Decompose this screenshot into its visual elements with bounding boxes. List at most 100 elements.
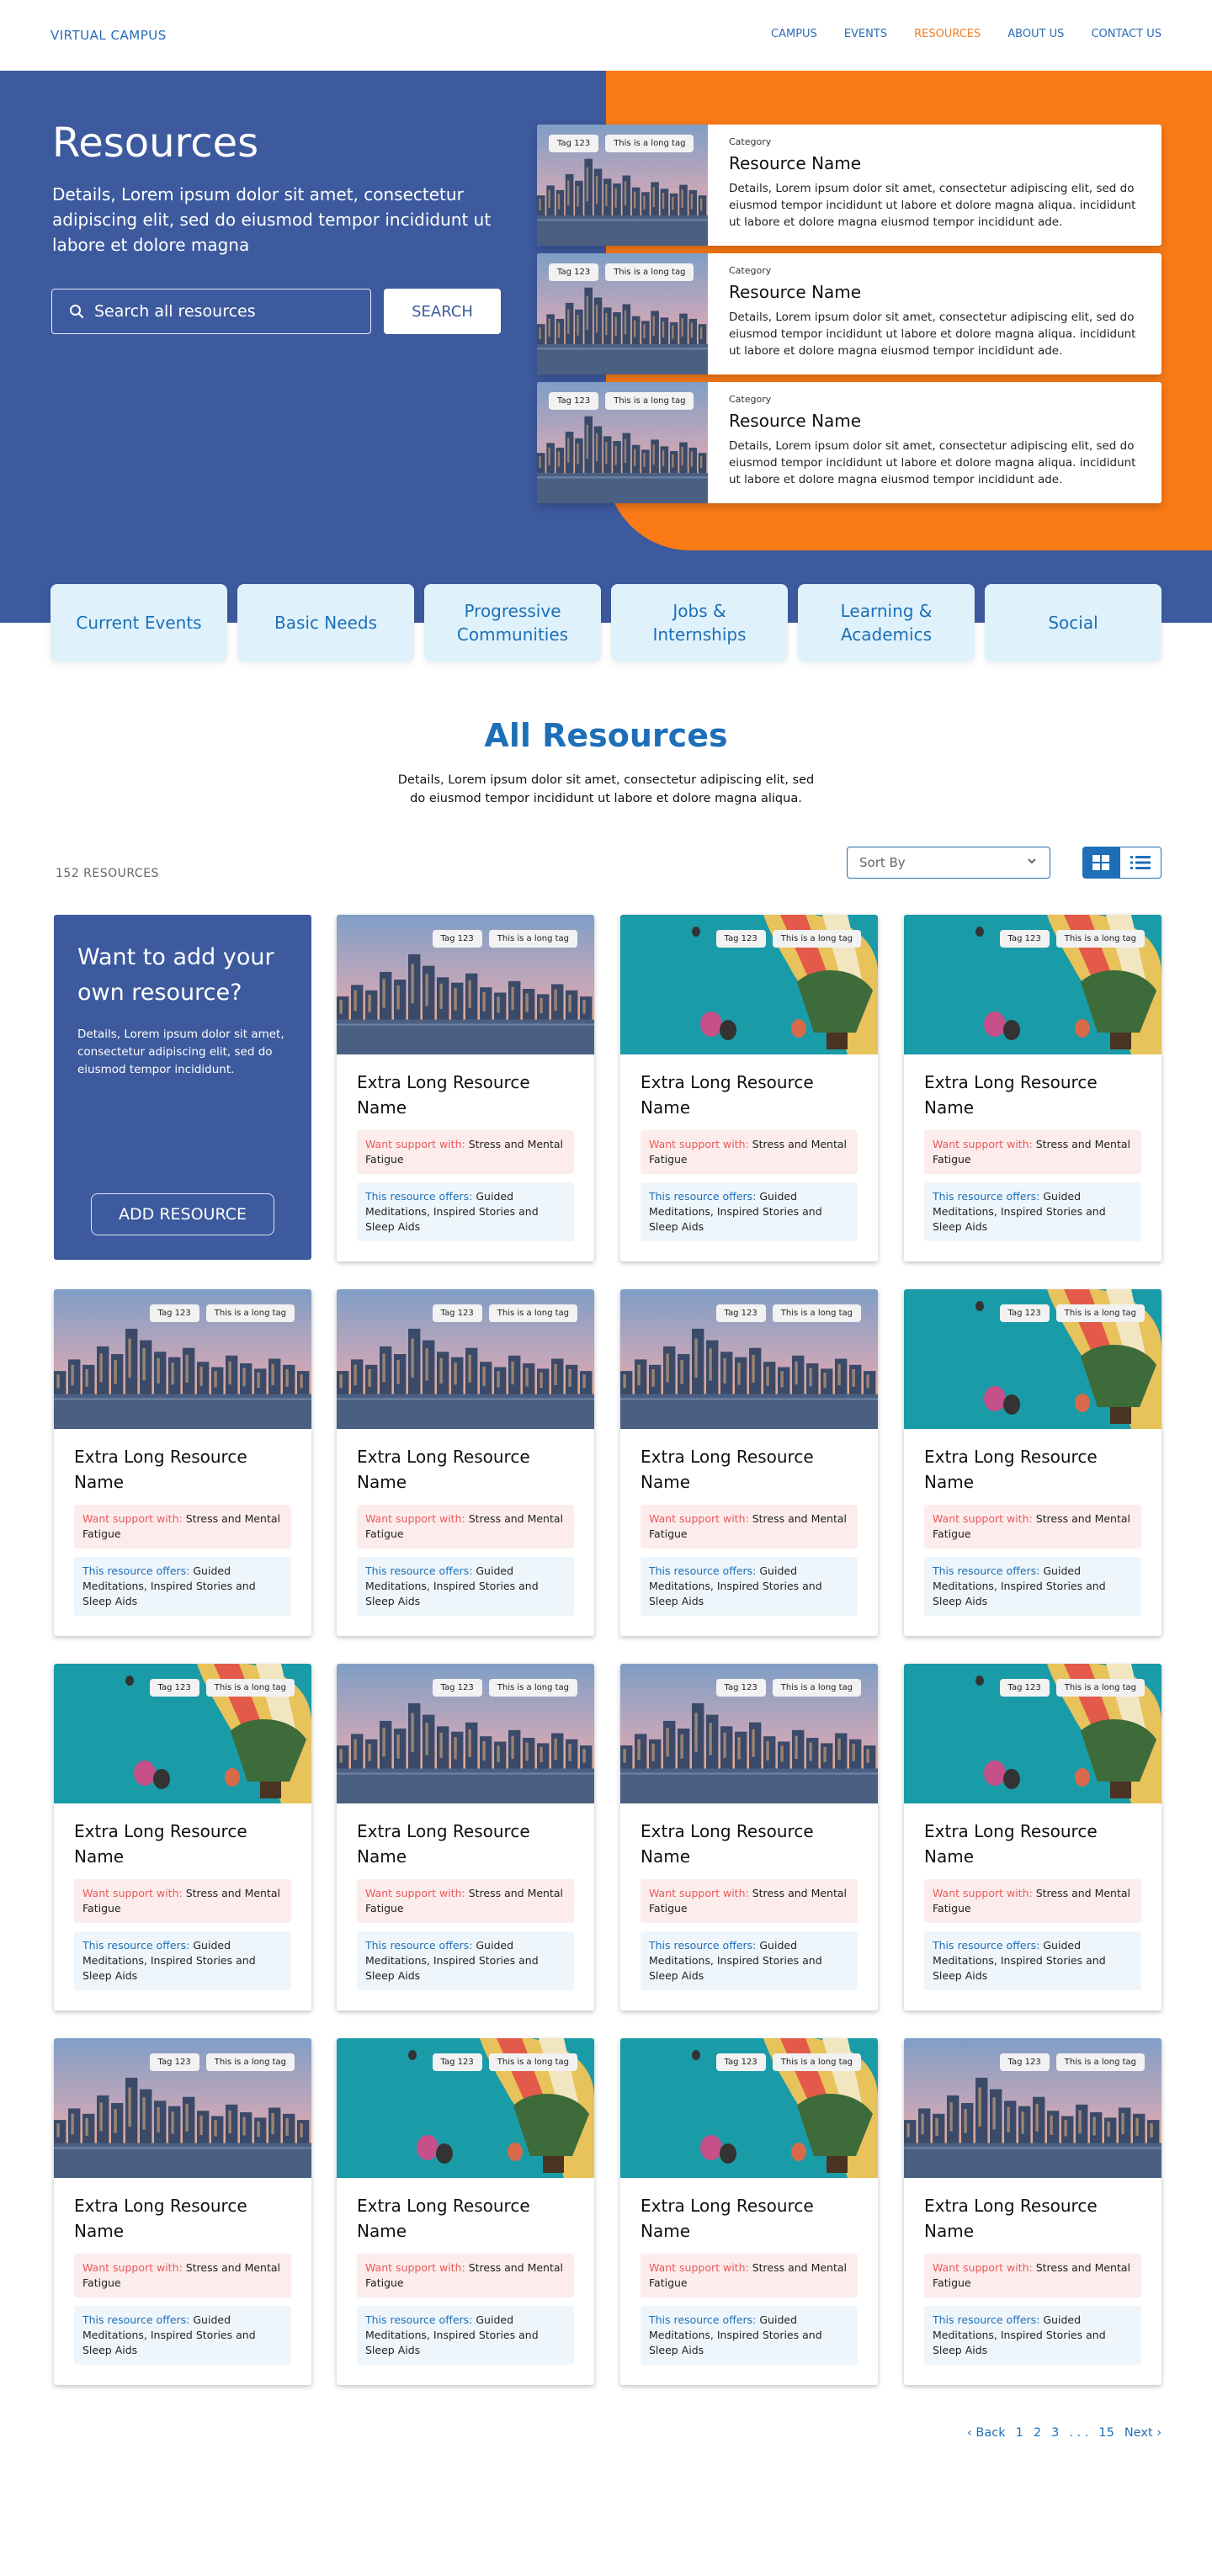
want-support-box: Want support with: Stress and Mental Fat… <box>74 1505 291 1548</box>
featured-resource-category: Category <box>729 265 772 276</box>
section-description: Details, Lorem ipsum dolor sit amet, con… <box>397 773 815 805</box>
featured-resource-card[interactable]: Tag 123 This is a long tag Category Reso… <box>537 125 1162 246</box>
grid-view-toggle[interactable] <box>1082 847 1119 879</box>
search-placeholder: Search all resources <box>94 302 256 321</box>
want-support-box: Want support with: Stress and Mental Fat… <box>924 1505 1141 1548</box>
category-label-line: Jobs & <box>672 601 726 621</box>
resource-offers-box: This resource offers: Guided Meditations… <box>641 1557 858 1616</box>
featured-resource-name: Resource Name <box>729 411 862 431</box>
resource-card[interactable]: Tag 123 This is a long tag Extra Long Re… <box>904 1289 1162 1636</box>
resource-card[interactable]: Tag 123 This is a long tag Extra Long Re… <box>620 915 878 1261</box>
tag: This is a long tag <box>488 1304 577 1322</box>
tag-list: Tag 123 This is a long tag <box>715 1679 861 1697</box>
tag-list: Tag 123 This is a long tag <box>432 1679 577 1697</box>
pagination-page-1[interactable]: 1 <box>1016 2426 1023 2440</box>
resource-offers-label: This resource offers: <box>82 1564 190 1577</box>
featured-resource-category: Category <box>729 394 772 405</box>
category-tile[interactable]: Progressive Communities <box>424 584 601 661</box>
featured-resource-category: Category <box>729 136 772 147</box>
pagination-back[interactable]: ‹ Back <box>967 2426 1006 2440</box>
search-input[interactable]: Search all resources <box>51 289 371 334</box>
resource-card[interactable]: Tag 123 This is a long tag Extra Long Re… <box>54 1289 311 1636</box>
add-resource-button[interactable]: ADD RESOURCE <box>91 1193 274 1235</box>
category-tile-label: Progressive Communities <box>457 599 568 646</box>
want-support-label: Want support with: <box>649 1138 749 1150</box>
nav-links: CAMPUS EVENTS RESOURCES ABOUT US CONTACT… <box>771 28 1162 40</box>
tag-list: Tag 123 This is a long tag <box>432 2053 577 2071</box>
resource-card[interactable]: Tag 123 This is a long tag Extra Long Re… <box>337 1289 594 1636</box>
resource-offers-label: This resource offers: <box>933 1564 1040 1577</box>
tag: This is a long tag <box>488 2053 577 2071</box>
category-tile[interactable]: Jobs & Internships <box>611 584 788 661</box>
resource-offers-box: This resource offers: Guided Meditations… <box>924 1182 1141 1241</box>
tag-list: Tag 123 This is a long tag <box>715 930 861 948</box>
search-button[interactable]: SEARCH <box>384 289 501 334</box>
resource-card[interactable]: Tag 123 This is a long tag Extra Long Re… <box>337 915 594 1261</box>
category-label-line: Progressive <box>464 601 561 621</box>
resource-offers-box: This resource offers: Guided Meditations… <box>924 1557 1141 1616</box>
resource-offers-label: This resource offers: <box>933 1939 1040 1952</box>
pagination-page-3[interactable]: 3 <box>1051 2426 1059 2440</box>
resource-card[interactable]: Tag 123 This is a long tag Extra Long Re… <box>54 1664 311 2010</box>
tag: Tag 123 <box>715 1679 766 1697</box>
tag-list: Tag 123 This is a long tag <box>549 263 694 281</box>
want-support-label: Want support with: <box>365 2261 465 2274</box>
resource-card[interactable]: Tag 123 This is a long tag Extra Long Re… <box>337 1664 594 2010</box>
resource-card[interactable]: Tag 123 This is a long tag Extra Long Re… <box>904 915 1162 1261</box>
tag-list: Tag 123 This is a long tag <box>149 2053 295 2071</box>
page-title: Resources <box>52 120 259 167</box>
resource-card[interactable]: Tag 123 This is a long tag Extra Long Re… <box>337 2038 594 2385</box>
tag: This is a long tag <box>772 1679 861 1697</box>
hero-description: Details, Lorem ipsum dolor sit amet, con… <box>52 184 492 255</box>
resource-offers-box: This resource offers: Guided Meditations… <box>641 1931 858 1990</box>
sort-dropdown[interactable]: Sort By <box>847 847 1050 879</box>
category-tile[interactable]: Learning & Academics <box>798 584 975 661</box>
tag: Tag 123 <box>715 1304 766 1322</box>
tag: This is a long tag <box>205 2053 295 2071</box>
tag: This is a long tag <box>488 1679 577 1697</box>
nav-link-about[interactable]: ABOUT US <box>1007 28 1064 40</box>
resource-name: Extra Long Resource Name <box>641 1072 814 1118</box>
resource-offers-label: This resource offers: <box>82 1939 190 1952</box>
brand-logo[interactable]: VIRTUAL CAMPUS <box>50 28 167 43</box>
nav-link-contact[interactable]: CONTACT US <box>1091 28 1162 40</box>
sort-label: Sort By <box>859 855 906 870</box>
nav-link-events[interactable]: EVENTS <box>844 28 887 40</box>
resource-offers-box: This resource offers: Guided Meditations… <box>924 2306 1141 2365</box>
resource-offers-box: This resource offers: Guided Meditations… <box>357 1182 574 1241</box>
resource-card[interactable]: Tag 123 This is a long tag Extra Long Re… <box>620 1664 878 2010</box>
resource-card[interactable]: Tag 123 This is a long tag Extra Long Re… <box>620 2038 878 2385</box>
want-support-box: Want support with: Stress and Mental Fat… <box>924 1130 1141 1174</box>
tag: Tag 123 <box>549 135 599 152</box>
category-tile[interactable]: Social <box>985 584 1162 661</box>
resource-card[interactable]: Tag 123 This is a long tag Extra Long Re… <box>904 2038 1162 2385</box>
tag: Tag 123 <box>715 2053 766 2071</box>
resource-offers-box: This resource offers: Guided Meditations… <box>357 1557 574 1616</box>
resource-name: Extra Long Resource Name <box>74 1821 247 1867</box>
nav-link-resources[interactable]: RESOURCES <box>914 28 981 40</box>
pagination: ‹ Back 1 2 3 . . . 15 Next › <box>967 2426 1162 2440</box>
want-support-box: Want support with: Stress and Mental Fat… <box>74 2254 291 2297</box>
tag: Tag 123 <box>432 1679 482 1697</box>
resource-offers-box: This resource offers: Guided Meditations… <box>641 1182 858 1241</box>
tag: Tag 123 <box>149 1679 199 1697</box>
pagination-page-2[interactable]: 2 <box>1034 2426 1041 2440</box>
nav-link-campus[interactable]: CAMPUS <box>771 28 817 40</box>
want-support-box: Want support with: Stress and Mental Fat… <box>74 1879 291 1923</box>
featured-resource-card[interactable]: Tag 123 This is a long tag Category Reso… <box>537 382 1162 503</box>
tag: Tag 123 <box>149 2053 199 2071</box>
category-tile[interactable]: Current Events <box>50 584 227 661</box>
category-label-line: Learning & <box>840 601 933 621</box>
resource-card[interactable]: Tag 123 This is a long tag Extra Long Re… <box>54 2038 311 2385</box>
resource-card[interactable]: Tag 123 This is a long tag Extra Long Re… <box>904 1664 1162 2010</box>
resource-name: Extra Long Resource Name <box>924 1447 1098 1492</box>
category-tile[interactable]: Basic Needs <box>237 584 414 661</box>
list-view-toggle[interactable] <box>1119 847 1162 879</box>
resource-offers-box: This resource offers: Guided Meditations… <box>641 2306 858 2365</box>
resource-offers-label: This resource offers: <box>649 1564 757 1577</box>
resource-card[interactable]: Tag 123 This is a long tag Extra Long Re… <box>620 1289 878 1636</box>
pagination-page-last[interactable]: 15 <box>1098 2426 1114 2440</box>
featured-resource-card[interactable]: Tag 123 This is a long tag Category Reso… <box>537 253 1162 374</box>
resource-offers-label: This resource offers: <box>365 1190 473 1203</box>
pagination-next[interactable]: Next › <box>1124 2426 1162 2440</box>
